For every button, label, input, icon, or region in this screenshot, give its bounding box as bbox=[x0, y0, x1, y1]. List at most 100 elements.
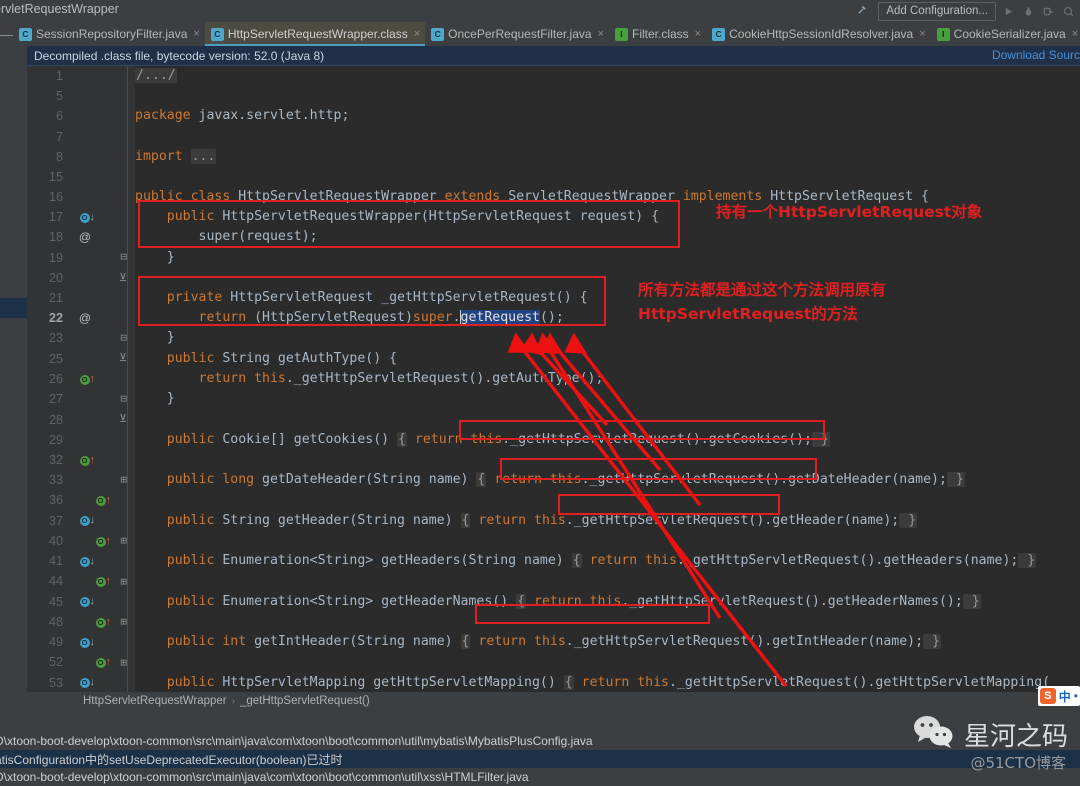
add-configuration-button[interactable]: Add Configuration... bbox=[878, 1, 996, 21]
code-line: public Enumeration<String> getHeaderName… bbox=[135, 594, 981, 609]
code-line: return this._getHttpServletRequest().get… bbox=[135, 371, 604, 386]
line-number: 7 bbox=[55, 130, 63, 144]
code-line-text: /.../ bbox=[135, 68, 177, 83]
ime-mode-label[interactable]: 中 bbox=[1059, 688, 1071, 705]
line-number: 1 bbox=[55, 69, 63, 83]
close-icon[interactable]: × bbox=[598, 28, 604, 40]
code-line: public Enumeration<String> getHeaders(St… bbox=[135, 553, 1037, 568]
line-number: 53 bbox=[48, 676, 63, 690]
close-icon[interactable]: × bbox=[1072, 28, 1078, 40]
breadcrumb-class[interactable]: HttpServletRequestWrapper bbox=[83, 695, 227, 707]
line-number: 17 bbox=[48, 210, 63, 224]
code-line: } bbox=[135, 250, 175, 265]
code-line: public Cookie[] getCookies() { return th… bbox=[135, 432, 830, 447]
code-editor[interactable]: 1 5 6 7 8 15 16 O ↓ 17 @ ⊟ 18 19 ⊻ 20 21 … bbox=[0, 66, 1080, 786]
code-line: } bbox=[135, 391, 175, 406]
java-interface-icon: I bbox=[936, 27, 950, 41]
java-class-icon: C bbox=[210, 27, 224, 41]
line-number: 29 bbox=[48, 433, 63, 447]
toolbar-right: Add Configuration... bbox=[856, 0, 1076, 22]
line-number: 32 bbox=[48, 453, 63, 467]
tab-once-per-request-filter[interactable]: C OncePerRequestFilter.java × bbox=[425, 22, 609, 46]
line-number: 19 bbox=[48, 251, 63, 265]
line-number-current: 22 bbox=[48, 311, 63, 325]
line-number: 18 bbox=[48, 230, 63, 244]
line-number: 28 bbox=[48, 413, 63, 427]
code-text-area[interactable]: /.../ package javax.servlet.http; import… bbox=[135, 66, 1080, 692]
run-icon[interactable] bbox=[1001, 4, 1016, 19]
line-number: 15 bbox=[48, 170, 63, 184]
line-number: 37 bbox=[48, 514, 63, 528]
close-icon[interactable]: × bbox=[695, 28, 701, 40]
close-icon[interactable]: × bbox=[414, 28, 420, 40]
wechat-icon bbox=[912, 714, 956, 755]
java-class-icon: C bbox=[431, 27, 445, 41]
collapse-button[interactable]: — bbox=[0, 22, 13, 46]
close-icon[interactable]: × bbox=[919, 28, 925, 40]
tab-cookie-serializer[interactable]: I CookieSerializer.java × bbox=[930, 22, 1080, 46]
line-number: 21 bbox=[48, 291, 63, 305]
run-with-coverage-icon[interactable] bbox=[1041, 4, 1056, 19]
line-number: 20 bbox=[48, 271, 63, 285]
line-number: 33 bbox=[48, 473, 63, 487]
line-number: 6 bbox=[55, 109, 63, 123]
profile-icon[interactable] bbox=[1061, 4, 1076, 19]
line-number: 40 bbox=[48, 534, 63, 548]
breadcrumb[interactable]: HttpServletRequestWrapper › _getHttpServ… bbox=[27, 692, 1080, 710]
hammer-icon[interactable] bbox=[856, 3, 869, 19]
line-number: 36 bbox=[48, 493, 63, 507]
code-line: private HttpServletRequest _getHttpServl… bbox=[135, 290, 588, 305]
tab-http-servlet-request-wrapper[interactable]: C HttpServletRequestWrapper.class × bbox=[204, 22, 426, 46]
tab-cookie-http-session-id-resolver[interactable]: C CookieHttpSessionIdResolver.java × bbox=[706, 22, 931, 46]
line-number: 48 bbox=[48, 615, 63, 629]
java-class-icon: C bbox=[712, 27, 726, 41]
annotation-note-1: 持有一个HttpServletRequest对象 bbox=[716, 203, 983, 221]
selected-token: getRequest bbox=[459, 310, 540, 325]
watermark-subtitle: @51CTO博客 bbox=[970, 754, 1066, 772]
breadcrumb-method[interactable]: _getHttpServletRequest() bbox=[240, 695, 370, 707]
line-number: 52 bbox=[48, 655, 63, 669]
code-line-text: javax.servlet.http; bbox=[198, 108, 350, 123]
line-number: 5 bbox=[55, 89, 63, 103]
tab-session-repository-filter[interactable]: C SessionRepositoryFilter.java × bbox=[13, 22, 205, 46]
java-interface-icon: I bbox=[614, 27, 628, 41]
line-number: 44 bbox=[48, 574, 63, 588]
watermark-label: 星河之码 bbox=[963, 722, 1068, 752]
sogou-logo-icon: S bbox=[1039, 688, 1056, 704]
tab-filter-class[interactable]: I Filter.class × bbox=[608, 22, 707, 46]
tab-label: SessionRepositoryFilter.java bbox=[36, 27, 188, 41]
debug-icon[interactable] bbox=[1021, 4, 1036, 19]
download-source-link[interactable]: Download Sourc bbox=[992, 48, 1080, 62]
chevron-right-icon: › bbox=[231, 695, 235, 707]
line-number: 27 bbox=[48, 392, 63, 406]
line-number: 25 bbox=[48, 352, 63, 366]
code-line: super(request); bbox=[198, 229, 318, 244]
notification-text: D\xtoon-boot-develop\xtoon-common\src\ma… bbox=[0, 770, 529, 784]
watermark: 星河之码 bbox=[912, 714, 1068, 755]
notification-text: D\xtoon-boot-develop\xtoon-common\src\ma… bbox=[0, 734, 593, 748]
ide-window: ervletRequestWrapper Add Configuration..… bbox=[0, 0, 1080, 786]
code-line: public int getIntHeader(String name) { r… bbox=[135, 634, 941, 649]
code-line: public String getAuthType() { bbox=[135, 351, 398, 366]
notification-item[interactable]: D\xtoon-boot-develop\xtoon-common\src\ma… bbox=[0, 768, 1080, 786]
code-line: return (HttpServletRequest)super.getRequ… bbox=[135, 310, 564, 325]
tab-label: HttpServletRequestWrapper.class bbox=[227, 27, 408, 41]
ime-dot-icon: • bbox=[1073, 689, 1078, 703]
line-number: 8 bbox=[55, 150, 63, 164]
line-number: 49 bbox=[48, 635, 63, 649]
title-bar: ervletRequestWrapper Add Configuration..… bbox=[0, 0, 1080, 22]
close-icon[interactable]: × bbox=[193, 28, 199, 40]
editor-gutter[interactable]: 1 5 6 7 8 15 16 O ↓ 17 @ ⊟ 18 19 ⊻ 20 21 … bbox=[27, 66, 135, 786]
code-line: public String getHeader(String name) { r… bbox=[135, 513, 918, 528]
tab-label: CookieSerializer.java bbox=[953, 27, 1066, 41]
java-class-icon: C bbox=[19, 27, 32, 41]
decompiled-notice-text: Decompiled .class file, bytecode version… bbox=[34, 48, 325, 63]
line-number: 26 bbox=[48, 372, 63, 386]
tab-label: Filter.class bbox=[631, 27, 689, 41]
code-line: package javax.servlet.http; bbox=[135, 108, 350, 123]
line-number: 41 bbox=[48, 554, 63, 568]
ime-indicator[interactable]: S 中 • bbox=[1037, 686, 1080, 706]
tab-label: OncePerRequestFilter.java bbox=[448, 27, 592, 41]
code-line: /.../ bbox=[135, 66, 1080, 86]
code-line: public long getDateHeader(String name) {… bbox=[135, 472, 965, 487]
